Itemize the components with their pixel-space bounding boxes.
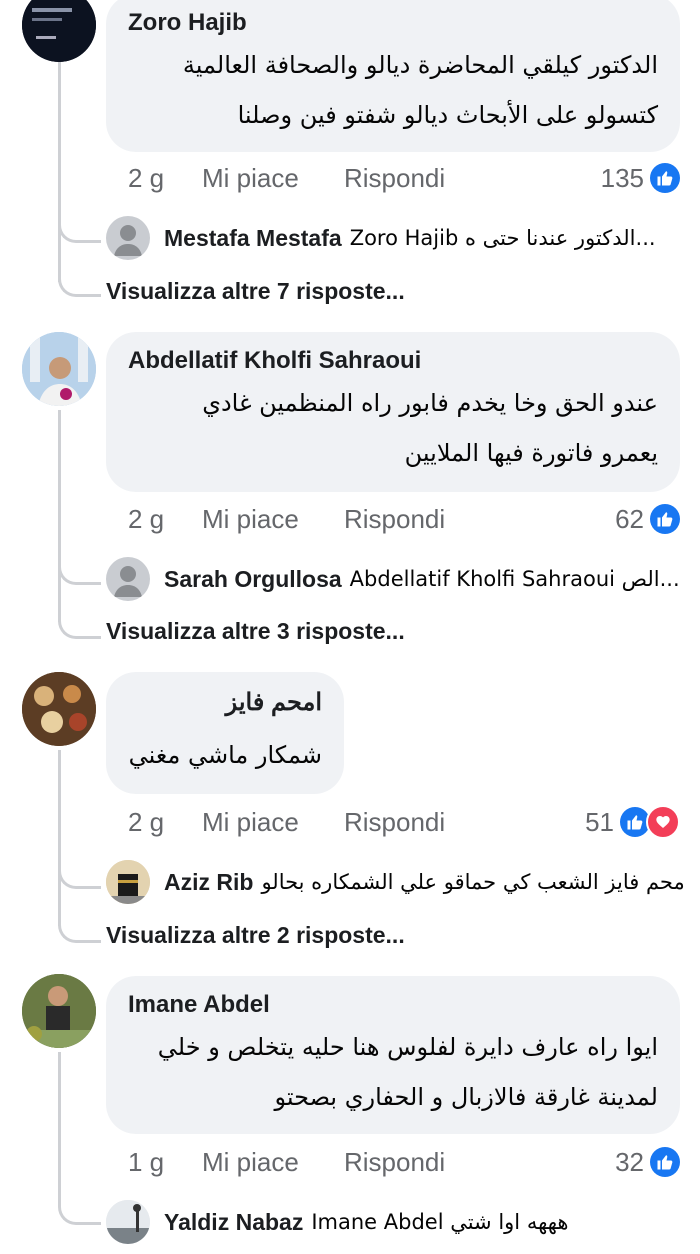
timestamp[interactable]: 2 g [128, 807, 202, 838]
comment-author[interactable]: Abdellatif Kholfi Sahraoui [128, 344, 658, 378]
reaction-summary[interactable]: 135 [601, 158, 680, 198]
reaction-count: 51 [585, 806, 614, 837]
reply-preview[interactable]: Aziz Rib امحم فايز الشعب كي حماقو علي ال… [106, 860, 686, 904]
thread-connector [58, 1192, 101, 1225]
like-button[interactable]: Mi piace [202, 163, 344, 194]
comment-author[interactable]: امحم فايز [128, 686, 322, 720]
reaction-summary[interactable]: 32 [615, 1142, 680, 1182]
timestamp[interactable]: 2 g [128, 504, 202, 535]
reply-text: Zoro Hajib الدكتور عندنا حتى ه... [349, 226, 656, 250]
avatar [106, 860, 150, 904]
reply-button[interactable]: Rispondi [344, 1147, 445, 1178]
thread-connector [58, 910, 101, 943]
reaction-summary[interactable]: 62 [615, 499, 680, 539]
like-icon [650, 163, 680, 193]
timestamp[interactable]: 1 g [128, 1147, 202, 1178]
comment-text-line: ايوا راه عارف دايرة لفلوس هنا حليه يتخلص… [157, 1033, 658, 1061]
like-button[interactable]: Mi piace [202, 1147, 344, 1178]
reaction-count: 32 [615, 1146, 644, 1177]
comment-actions: 2 g Mi piace Rispondi [128, 802, 445, 842]
comment-actions: 2 g Mi piace Rispondi [128, 158, 445, 198]
avatar [106, 1200, 150, 1244]
thread-line [58, 410, 61, 622]
comment-text-line: كتسولو على الأبحاث ديالو شفتو فين وصلنا [237, 101, 658, 129]
reply-button[interactable]: Rispondi [344, 807, 445, 838]
thread-line [58, 1052, 61, 1192]
default-avatar-icon [106, 557, 150, 601]
comment-bubble: امحم فايز شمكار ماشي مغني [106, 672, 344, 794]
avatar[interactable] [22, 0, 96, 62]
reply-author[interactable]: Aziz Rib [164, 869, 253, 896]
reply-button[interactable]: Rispondi [344, 163, 445, 194]
view-more-replies[interactable]: Visualizza altre 7 risposte... [106, 274, 405, 308]
thread-line [58, 750, 61, 926]
like-icon [650, 504, 680, 534]
reply-preview[interactable]: Mestafa Mestafa Zoro Hajib الدكتور عندنا… [106, 216, 686, 260]
like-button[interactable]: Mi piace [202, 504, 344, 535]
like-icon [650, 1147, 680, 1177]
thread-connector [58, 856, 101, 889]
reply-text: Abdellatif Kholfi Sahraoui الص... [349, 567, 680, 591]
view-more-replies[interactable]: Visualizza altre 3 risposte... [106, 614, 405, 648]
avatar[interactable] [22, 974, 96, 1048]
comment-text-line: يعمرو فاتورة فيها الملايين [404, 439, 658, 467]
comment-author[interactable]: Zoro Hajib [128, 6, 658, 40]
reply-preview[interactable]: Sarah Orgullosa Abdellatif Kholfi Sahrao… [106, 557, 686, 601]
thread-connector [58, 552, 101, 585]
reply-button[interactable]: Rispondi [344, 504, 445, 535]
reply-text: Imane Abdel هههه اوا شتي [311, 1210, 569, 1234]
reaction-count: 135 [600, 162, 644, 193]
default-avatar-icon [106, 216, 150, 260]
comment-text-line: الدكتور كيلقي المحاضرة ديالو والصحافة ال… [182, 51, 658, 79]
timestamp[interactable]: 2 g [128, 163, 202, 194]
comment-actions: 1 g Mi piace Rispondi [128, 1142, 445, 1182]
thread-connector [58, 264, 101, 297]
comment-text-line: عندو الحق وخا يخدم فابور راه المنظمين غا… [202, 389, 658, 417]
comment-bubble: Abdellatif Kholfi Sahraoui عندو الحق وخا… [106, 332, 680, 492]
like-button[interactable]: Mi piace [202, 807, 344, 838]
reaction-summary[interactable]: 51 [585, 802, 680, 842]
reply-author[interactable]: Yaldiz Nabaz [164, 1209, 303, 1236]
love-icon [646, 805, 680, 839]
thread-connector [58, 210, 101, 243]
avatar[interactable] [22, 672, 96, 746]
thread-connector [58, 606, 101, 639]
avatar[interactable] [22, 332, 96, 406]
comment-bubble: Imane Abdel ايوا راه عارف دايرة لفلوس هن… [106, 976, 680, 1134]
comment-actions: 2 g Mi piace Rispondi [128, 499, 445, 539]
comment-bubble: Zoro Hajib الدكتور كيلقي المحاضرة ديالو … [106, 0, 680, 152]
thread-line [58, 62, 61, 282]
reply-author[interactable]: Sarah Orgullosa [164, 566, 342, 593]
comment-author[interactable]: Imane Abdel [128, 988, 658, 1022]
reply-preview[interactable]: Yaldiz Nabaz Imane Abdel هههه اوا شتي [106, 1200, 686, 1244]
reaction-count: 62 [615, 503, 644, 534]
comment-text-line: شمكار ماشي مغني [128, 741, 322, 769]
view-more-replies[interactable]: Visualizza altre 2 risposte... [106, 918, 405, 952]
reply-text: امحم فايز الشعب كي حماقو علي الشمكاره بح… [261, 870, 686, 894]
reply-author[interactable]: Mestafa Mestafa [164, 225, 342, 252]
comment-text-line: لمدينة غارقة فالازبال و الحفاري بصحتو [274, 1083, 658, 1111]
